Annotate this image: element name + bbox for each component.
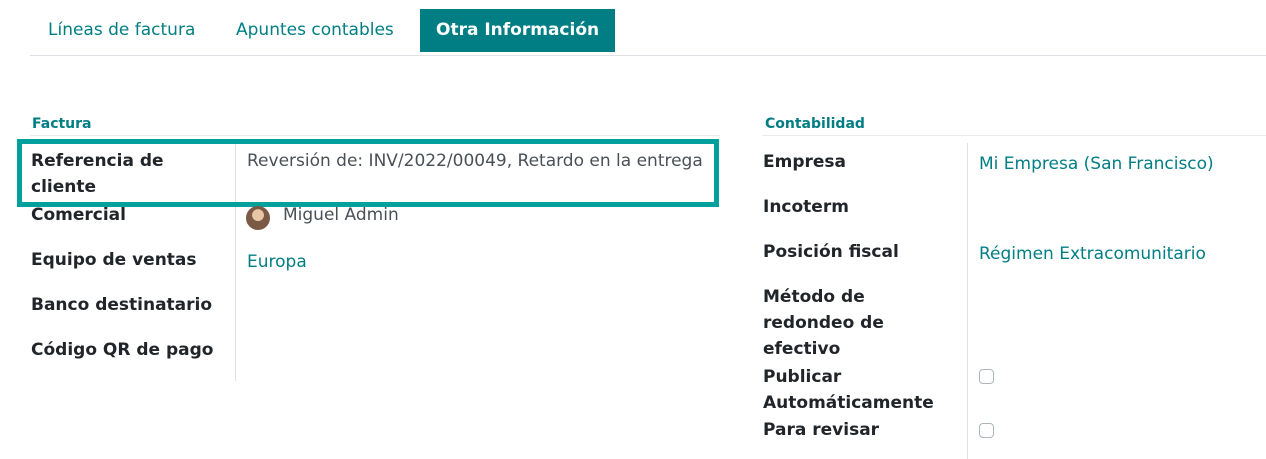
group-separator <box>30 135 720 136</box>
notebook-tabs: Líneas de factura Apuntes contables Otra… <box>30 9 1266 56</box>
recipient-bank-field[interactable] <box>247 292 707 318</box>
group-title-factura: Factura <box>32 116 92 132</box>
fiscal-position-link[interactable]: Régimen Extracomunitario <box>979 241 1206 267</box>
salesperson-label: Comercial <box>31 205 126 225</box>
auto-post-checkbox[interactable] <box>979 369 994 384</box>
sales-team-link[interactable]: Europa <box>247 249 307 275</box>
salesperson-field[interactable]: Miguel Admin <box>283 202 399 228</box>
auto-post-label: Publicar Automáticamente <box>763 367 934 413</box>
recipient-bank-label: Banco destinatario <box>31 295 213 315</box>
incoterm-field[interactable] <box>979 194 1259 220</box>
group-separator <box>762 135 1266 136</box>
incoterm-label: Incoterm <box>763 197 849 217</box>
avatar <box>246 206 270 230</box>
cash-rounding-label: Método de redondeo de efectivo <box>763 287 884 359</box>
tab-other-info[interactable]: Otra Información <box>420 9 616 52</box>
tab-journal-items[interactable]: Apuntes contables <box>220 9 410 52</box>
company-link[interactable]: Mi Empresa (San Francisco) <box>979 151 1214 177</box>
group-title-contabilidad: Contabilidad <box>765 116 865 132</box>
highlight-box <box>17 139 719 207</box>
to-check-label: Para revisar <box>763 420 880 440</box>
qr-code-label: Código QR de pago <box>31 340 214 360</box>
to-check-checkbox[interactable] <box>979 423 994 438</box>
sales-team-label: Equipo de ventas <box>31 250 197 270</box>
fiscal-position-label: Posición fiscal <box>763 242 899 262</box>
qr-code-field[interactable] <box>247 337 707 363</box>
column-divider <box>967 143 968 459</box>
cash-rounding-field[interactable] <box>979 284 1259 310</box>
tab-invoice-lines[interactable]: Líneas de factura <box>32 9 211 52</box>
company-label: Empresa <box>763 152 846 172</box>
